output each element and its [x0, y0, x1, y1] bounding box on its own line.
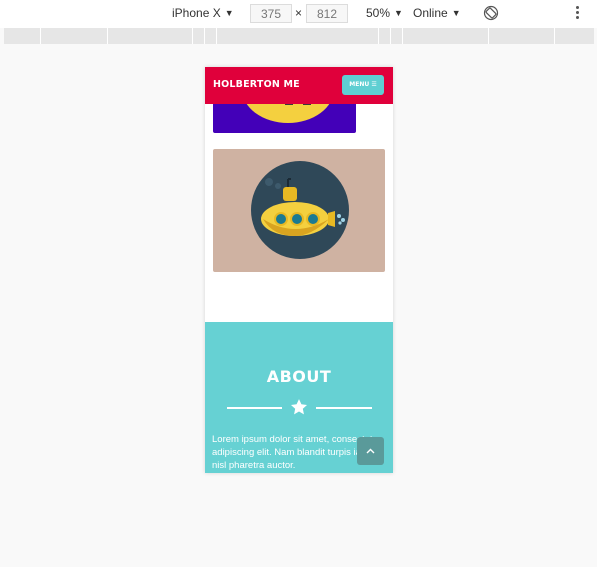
chevron-up-icon — [366, 448, 375, 454]
height-input[interactable]: 812 — [306, 4, 348, 23]
device-viewport: HOLBERTON ME MENU ☰ ABOUT Lorem ipsum do… — [205, 67, 393, 473]
media-query-marker[interactable] — [554, 28, 555, 44]
caret-down-icon: ▼ — [394, 8, 403, 18]
caret-down-icon: ▼ — [224, 8, 234, 18]
site-navbar: HOLBERTON ME MENU ☰ — [205, 67, 393, 104]
rotate-icon[interactable] — [483, 5, 499, 21]
media-query-marker[interactable] — [378, 28, 379, 44]
media-query-marker[interactable] — [216, 28, 217, 44]
media-query-marker[interactable] — [488, 28, 489, 44]
portfolio-card[interactable] — [213, 149, 385, 272]
throttle-label: Online — [413, 6, 448, 20]
site-brand[interactable]: HOLBERTON ME — [213, 79, 300, 90]
menu-button[interactable]: MENU ☰ — [342, 75, 384, 95]
scroll-top-button[interactable] — [357, 437, 384, 465]
star-icon — [290, 399, 308, 415]
submarine-image — [251, 161, 349, 259]
more-vert-icon[interactable] — [574, 6, 580, 22]
device-toolbar: iPhone X ▼ 375 × 812 50% ▼ Online ▼ — [0, 0, 597, 28]
zoom-label: 50% — [366, 6, 391, 20]
media-query-marker[interactable] — [40, 28, 41, 44]
media-query-marker[interactable] — [402, 28, 403, 44]
divider-line — [316, 407, 372, 409]
dimension-separator: × — [295, 6, 303, 20]
about-title: ABOUT — [266, 367, 332, 386]
device-label: iPhone X — [172, 6, 221, 20]
media-query-marker[interactable] — [192, 28, 193, 44]
device-select[interactable]: iPhone X ▼ — [172, 6, 234, 20]
caret-down-icon: ▼ — [451, 8, 461, 18]
divider-line — [227, 407, 282, 409]
media-query-bar[interactable] — [4, 28, 594, 44]
throttle-select[interactable]: Online ▼ — [413, 6, 461, 20]
zoom-select[interactable]: 50% ▼ — [366, 6, 403, 20]
media-query-marker[interactable] — [390, 28, 391, 44]
media-query-marker[interactable] — [107, 28, 108, 44]
width-input[interactable]: 375 — [250, 4, 292, 23]
media-query-marker[interactable] — [204, 28, 205, 44]
about-section: ABOUT Lorem ipsum dolor sit amet, consec… — [205, 322, 393, 473]
